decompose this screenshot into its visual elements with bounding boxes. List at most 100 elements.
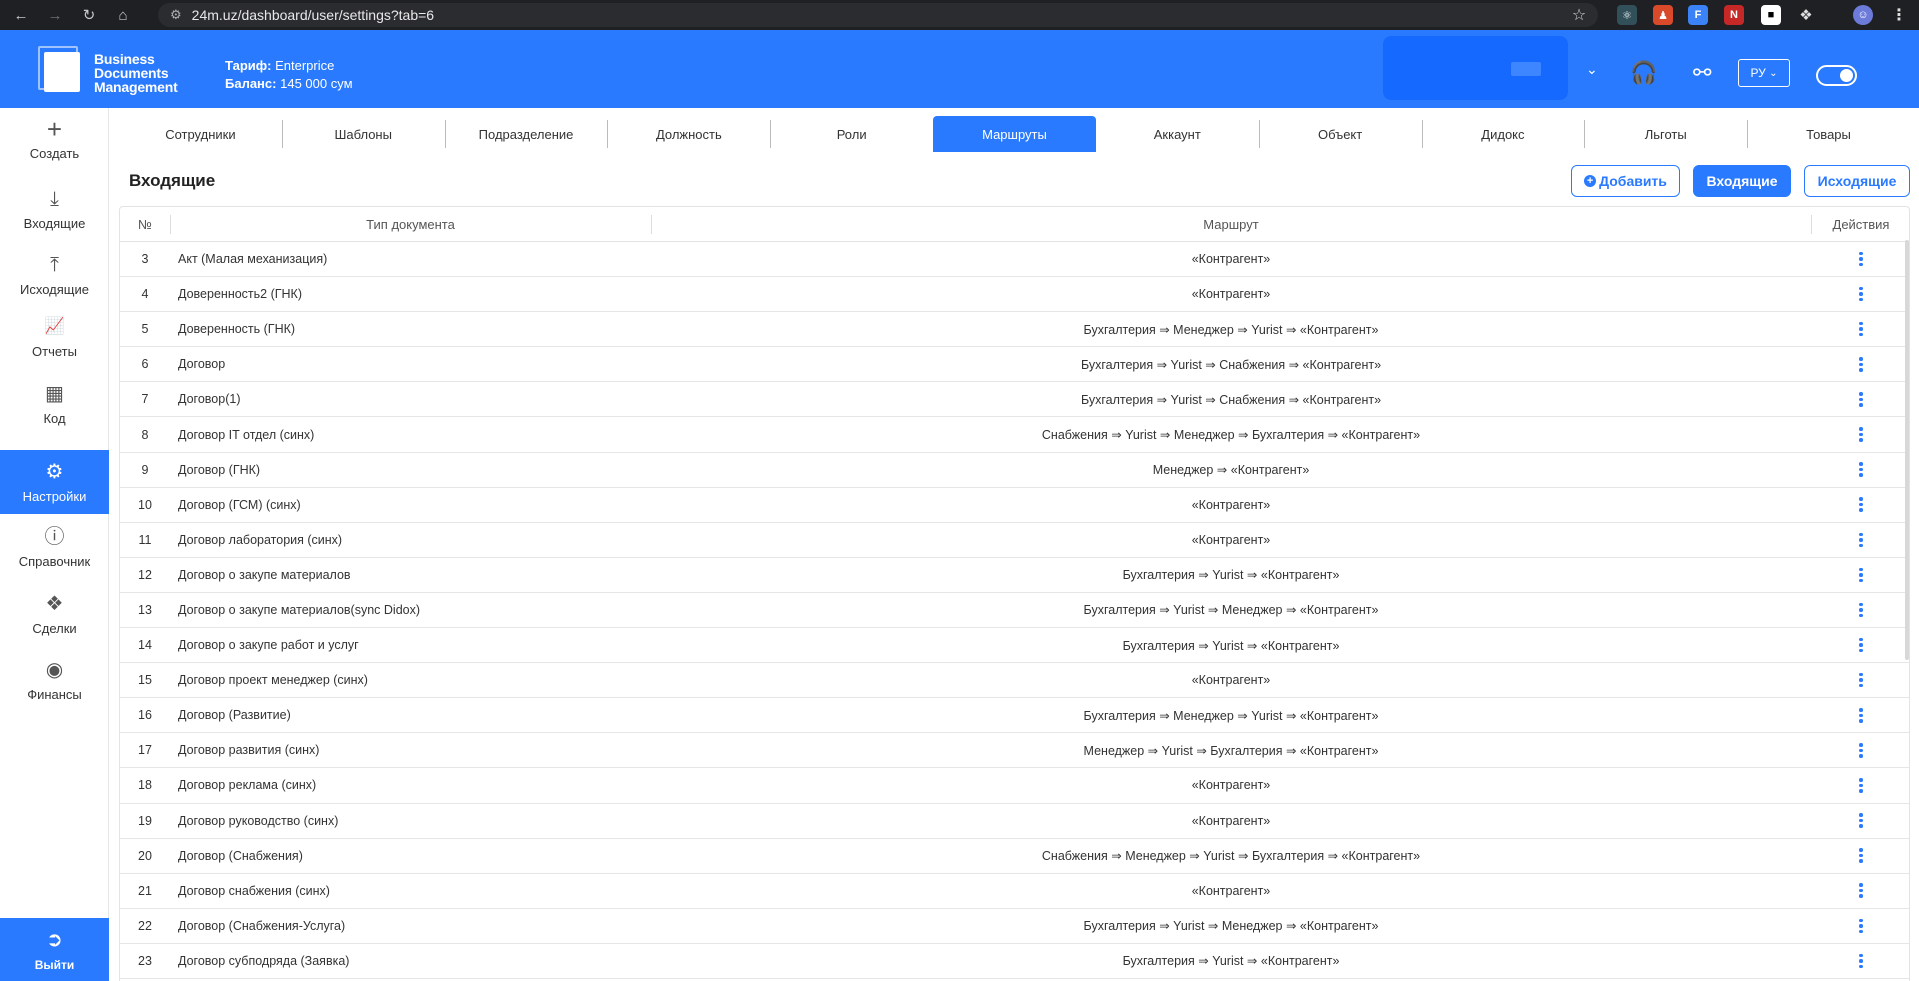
row-actions xyxy=(1811,426,1909,444)
row-actions xyxy=(1811,250,1909,268)
tab-goods[interactable]: Товары xyxy=(1747,116,1910,152)
company-selector-redacted[interactable] xyxy=(1383,36,1568,100)
extension-translate-icon[interactable]: F xyxy=(1688,5,1708,25)
row-number: 23 xyxy=(138,953,152,968)
row-number: 21 xyxy=(138,883,152,898)
row-actions xyxy=(1811,917,1909,935)
tab-templates[interactable]: Шаблоны xyxy=(281,116,445,152)
column-header-route: Маршрут xyxy=(651,207,1811,241)
more-vertical-icon[interactable] xyxy=(1854,882,1868,900)
document-type: Договор(1) xyxy=(178,392,241,407)
column-header-type: Тип документа xyxy=(170,207,651,241)
table-row: 14 Договор о закупе работ и услуг Бухгалте… xyxy=(120,628,1909,664)
language-select[interactable]: РУ ⌄ xyxy=(1738,59,1790,87)
tab-roles[interactable]: Роли xyxy=(770,116,933,152)
row-number: 12 xyxy=(138,567,152,582)
sidebar-item-label: Справочник xyxy=(18,553,91,569)
more-vertical-icon[interactable] xyxy=(1854,355,1868,373)
sidebar-item-incoming[interactable]: ⤓ Входящие xyxy=(0,178,109,240)
tab-position[interactable]: Должность xyxy=(607,116,770,152)
more-vertical-icon[interactable] xyxy=(1854,671,1868,689)
more-vertical-icon[interactable] xyxy=(1854,566,1868,584)
home-icon[interactable]: ⌂ xyxy=(110,2,136,28)
table-row: 11 Договор лаборатория (синх) «Контрагент» xyxy=(120,523,1909,558)
more-vertical-icon[interactable] xyxy=(1854,706,1868,724)
document-type: Договор (ГСМ) (синх) xyxy=(178,497,301,512)
more-vertical-icon[interactable] xyxy=(1854,461,1868,479)
route: «Контрагент» xyxy=(1191,252,1271,267)
sidebar-item-settings[interactable]: ⚙ Настройки xyxy=(0,450,109,514)
more-vertical-icon[interactable] xyxy=(1854,636,1868,654)
theme-toggle[interactable] xyxy=(1816,65,1857,86)
row-actions xyxy=(1811,812,1909,830)
tab-routes[interactable]: Маршруты xyxy=(933,116,1096,152)
forward-arrow-icon[interactable]: → xyxy=(42,2,68,28)
sidebar-item-reference[interactable]: ⓘ Справочник xyxy=(0,516,109,578)
sidebar-item-finance[interactable]: ◉ Финансы xyxy=(0,649,109,711)
info-icon: ⓘ xyxy=(44,525,65,548)
add-button[interactable]: + Добавить xyxy=(1571,165,1680,197)
sidebar-item-outgoing[interactable]: ⤒ Исходящие xyxy=(0,244,109,306)
bookmark-star-icon[interactable]: ☆ xyxy=(1569,5,1589,25)
tab-account[interactable]: Аккаунт xyxy=(1096,116,1259,152)
chevron-down-icon: ⌄ xyxy=(1769,67,1778,79)
more-vertical-icon[interactable] xyxy=(1854,776,1868,794)
row-actions xyxy=(1811,952,1909,970)
site-settings-icon[interactable]: ⚙ xyxy=(170,7,182,23)
document-type: Договор развития (синх) xyxy=(178,743,320,758)
back-arrow-icon[interactable]: ← xyxy=(8,2,34,28)
reload-icon[interactable]: ↻ xyxy=(76,2,102,28)
address-bar[interactable]: ⚙ 24m.uz/dashboard/user/settings?tab=6 xyxy=(158,3,1598,27)
sidebar-item-reports[interactable]: 📈 Отчеты xyxy=(0,306,109,368)
more-vertical-icon[interactable] xyxy=(1854,601,1868,619)
headset-support-icon[interactable]: 🎧 xyxy=(1630,60,1657,86)
more-vertical-icon[interactable] xyxy=(1854,917,1868,935)
sidebar-item-code[interactable]: ▦ Код xyxy=(0,373,109,435)
tab-benefits[interactable]: Льготы xyxy=(1584,116,1747,152)
user-profile-icon[interactable]: ⚯ xyxy=(1693,60,1711,86)
browser-menu-icon[interactable]: ⋮ xyxy=(1889,5,1909,25)
logout-icon: ➲ xyxy=(46,929,63,951)
row-number: 11 xyxy=(138,532,152,547)
document-type: Доверенность (ГНК) xyxy=(178,322,296,337)
chevron-down-icon[interactable]: ⌄ xyxy=(1586,61,1598,78)
extension-figure-icon[interactable]: ♟ xyxy=(1653,5,1673,25)
extension-react-icon[interactable]: ⚛ xyxy=(1617,5,1637,25)
row-actions xyxy=(1811,882,1909,900)
more-vertical-icon[interactable] xyxy=(1854,390,1868,408)
sidebar-item-create[interactable]: + Создать xyxy=(0,108,109,170)
more-vertical-icon[interactable] xyxy=(1854,531,1868,549)
more-vertical-icon[interactable] xyxy=(1854,741,1868,759)
routes-table: № Тип документа Маршрут Действия 3 Акт (М… xyxy=(119,206,1910,981)
more-vertical-icon[interactable] xyxy=(1854,426,1868,444)
route: «Контрагент» xyxy=(1191,532,1271,547)
tab-employees[interactable]: Сотрудники xyxy=(119,116,282,152)
profile-avatar-icon[interactable]: ☺ xyxy=(1853,5,1873,25)
plus-icon: + xyxy=(46,113,63,144)
more-vertical-icon[interactable] xyxy=(1854,496,1868,514)
route: «Контрагент» xyxy=(1191,883,1271,898)
tab-didox[interactable]: Дидокс xyxy=(1421,116,1585,152)
more-vertical-icon[interactable] xyxy=(1854,952,1868,970)
sidebar-item-label: Входящие xyxy=(23,215,86,231)
more-vertical-icon[interactable] xyxy=(1854,320,1868,338)
incoming-button[interactable]: Входящие xyxy=(1693,165,1791,197)
logout-button[interactable]: ➲ Выйти xyxy=(0,918,109,981)
more-vertical-icon[interactable] xyxy=(1854,250,1868,268)
extension-new-icon[interactable]: N xyxy=(1724,5,1744,25)
column-header-num: № xyxy=(138,216,152,232)
more-vertical-icon[interactable] xyxy=(1854,812,1868,830)
route: Снабжения ⇒ Менеджер ⇒ Yurist ⇒ Бухгалте… xyxy=(1041,849,1421,864)
more-vertical-icon[interactable] xyxy=(1854,847,1868,865)
sidebar-item-label: Код xyxy=(43,410,66,426)
tab-department[interactable]: Подразделение xyxy=(444,116,608,152)
table-scrollbar[interactable] xyxy=(1905,240,1909,660)
row-number: 20 xyxy=(138,848,152,863)
route: Бухгалтерия ⇒ Yurist ⇒ «Контрагент» xyxy=(1122,568,1340,583)
extension-square-icon[interactable]: ■ xyxy=(1761,5,1781,25)
tab-object[interactable]: Объект xyxy=(1258,116,1422,152)
more-vertical-icon[interactable] xyxy=(1854,285,1868,303)
extensions-puzzle-icon[interactable]: ❖ xyxy=(1796,5,1816,25)
outgoing-button[interactable]: Исходящие xyxy=(1804,165,1910,197)
sidebar-item-deals[interactable]: ❖ Сделки xyxy=(0,583,109,645)
